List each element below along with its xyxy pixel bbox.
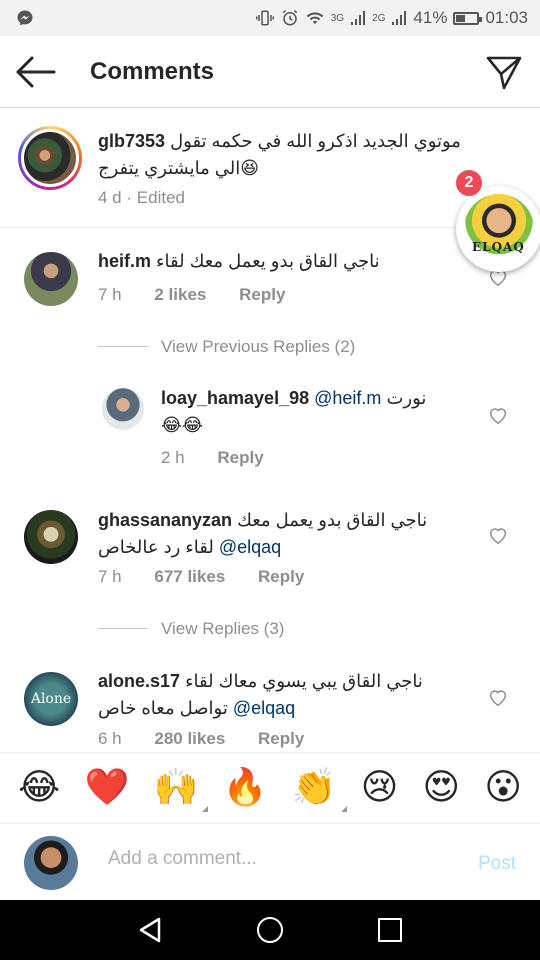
post-button[interactable]: Post	[478, 853, 516, 875]
avatar[interactable]	[18, 126, 82, 190]
reply-button[interactable]: Reply	[258, 729, 304, 749]
comment-text: alone.s17 ناجي القاق يبي يسوي معاك لقاء …	[98, 668, 458, 722]
reply-item: loay_hamayel_98 @heif.m نورت 😂😂 2 h Repl…	[0, 370, 540, 480]
battery-percent: 41%	[413, 8, 448, 27]
comment-meta: 6 h 280 likes Reply	[98, 729, 304, 749]
emoji-laugh[interactable]: 😂	[18, 770, 60, 806]
page-title: Comments	[90, 58, 215, 85]
comment-likes[interactable]: 677 likes	[154, 567, 225, 587]
caption-username[interactable]: glb7353	[98, 131, 165, 151]
status-bar: 3G 2G 41% 01:03	[0, 0, 540, 36]
reply-text: loay_hamayel_98 @heif.m نورت 😂😂	[161, 385, 461, 439]
reply-username[interactable]: loay_hamayel_98	[161, 388, 309, 408]
reply-button[interactable]: Reply	[258, 567, 304, 587]
avatar[interactable]: Alone	[24, 672, 78, 726]
reply-mention[interactable]: @heif.m	[314, 388, 381, 408]
wifi-icon	[306, 12, 323, 24]
emoji-surprised[interactable]: 😮	[484, 770, 522, 806]
avatar-text: Alone	[30, 691, 72, 707]
avatar[interactable]	[24, 510, 78, 564]
comment-username[interactable]: ghassananyzan	[98, 510, 232, 530]
comment-composer: Post	[0, 824, 540, 900]
back-button[interactable]	[14, 52, 58, 92]
divider	[98, 628, 148, 629]
comment-item: ghassananyzan ناجي القاق بدو يعمل معك لق…	[0, 490, 540, 600]
reply-button[interactable]: Reply	[239, 285, 285, 305]
comment-time: 7 h	[98, 285, 122, 304]
avatar[interactable]	[24, 252, 78, 306]
caption-separator: ·	[126, 188, 133, 207]
heart-icon[interactable]	[487, 404, 509, 426]
alarm-icon	[282, 9, 298, 26]
comment-time: 6 h	[98, 729, 122, 748]
reply-body: نورت	[386, 388, 427, 408]
comment-text: heif.m ناجي القاق بدو يعمل معك لقاء	[98, 248, 458, 275]
chat-head-label: ELQAQ	[472, 240, 525, 254]
comment-body: ناجي القاق بدو يعمل معك لقاء	[156, 251, 380, 271]
nav-recents-icon[interactable]	[378, 918, 402, 942]
emoji-raised-hands-glyph: 🙌	[153, 767, 199, 808]
heart-icon[interactable]	[487, 524, 509, 546]
comment-input[interactable]	[108, 848, 448, 870]
reply-button[interactable]: Reply	[217, 448, 263, 468]
emoji-cry[interactable]: 😢	[361, 770, 399, 806]
emoji-heart[interactable]: ❤️	[84, 770, 129, 806]
signal-icon	[351, 11, 366, 25]
avatar	[24, 836, 78, 890]
caption-meta: 4 d · Edited	[98, 188, 185, 208]
reply-meta: 2 h Reply	[161, 448, 264, 468]
heart-icon[interactable]	[487, 686, 509, 708]
network-3g-label: 3G	[330, 12, 345, 24]
comment-likes[interactable]: 2 likes	[154, 285, 206, 305]
emoji-fire[interactable]: 🔥	[223, 770, 268, 806]
header: Comments	[0, 36, 540, 108]
emoji-raised-hands[interactable]: 🙌	[153, 767, 209, 812]
comment-mention[interactable]: @elqaq	[219, 537, 281, 557]
comment-mention[interactable]: @elqaq	[233, 698, 295, 718]
view-previous-replies[interactable]: View Previous Replies (2)	[161, 337, 355, 357]
emoji-quick-bar: 😂 ❤️ 🙌 🔥 👏 😢 😍 😮	[0, 752, 540, 824]
nav-back-icon[interactable]	[138, 917, 162, 943]
emoji-clap[interactable]: 👏	[291, 767, 347, 812]
divider	[98, 346, 148, 347]
nav-home-icon[interactable]	[257, 917, 283, 943]
emoji-clap-glyph: 👏	[291, 767, 337, 808]
caption-time: 4 d	[98, 188, 122, 207]
chat-head-bubble[interactable]: ELQAQ	[456, 186, 540, 272]
notification-badge: 2	[454, 168, 484, 198]
comment-meta: 7 h 677 likes Reply	[98, 567, 304, 587]
system-nav-bar	[0, 900, 540, 960]
view-replies[interactable]: View Replies (3)	[161, 619, 284, 639]
reply-time: 2 h	[161, 448, 185, 467]
avatar[interactable]	[102, 388, 144, 430]
comment-likes[interactable]: 280 likes	[154, 729, 225, 749]
comment-item: Alone alone.s17 ناجي القاق يبي يسوي معاك…	[0, 652, 540, 752]
skin-tone-indicator-icon	[202, 806, 209, 812]
battery-icon	[453, 11, 483, 25]
comment-meta: 7 h 2 likes Reply	[98, 285, 285, 305]
network-2g-label: 2G	[372, 12, 386, 24]
skin-tone-indicator-icon	[340, 806, 347, 812]
send-icon	[486, 56, 522, 90]
comment-text: ghassananyzan ناجي القاق بدو يعمل معك لق…	[98, 507, 458, 561]
comment-time: 7 h	[98, 567, 122, 586]
share-button[interactable]	[484, 52, 524, 92]
arrow-left-icon	[16, 56, 56, 88]
signal-icon	[392, 11, 407, 25]
comment-username[interactable]: alone.s17	[98, 671, 180, 691]
reply-emoji: 😂😂	[161, 415, 204, 435]
messenger-icon	[17, 10, 33, 26]
caption-edited: Edited	[136, 188, 185, 207]
status-time: 01:03	[485, 8, 528, 27]
vibrate-icon	[255, 10, 274, 26]
comment-username[interactable]: heif.m	[98, 251, 151, 271]
emoji-heart-eyes[interactable]: 😍	[423, 770, 461, 806]
caption-text: glb7353 موتوي الجديد اذكرو الله في حكمه …	[98, 128, 488, 182]
